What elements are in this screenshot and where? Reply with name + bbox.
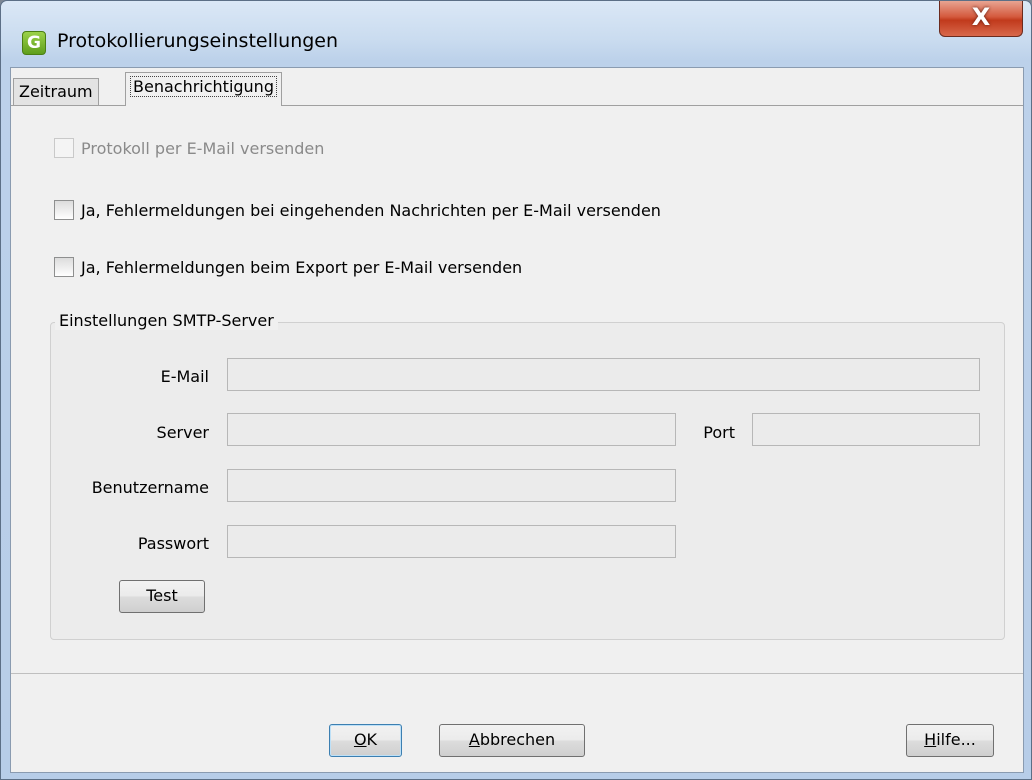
tab-strip: Zeitraum Benachrichtigung: [11, 68, 1023, 106]
cancel-mnemonic: A: [468, 730, 480, 749]
option-protokoll-email[interactable]: Protokoll per E-Mail versenden: [54, 138, 324, 158]
help-button[interactable]: Hilfe...: [906, 724, 994, 757]
email-label: E-Mail: [160, 367, 209, 386]
fehler-export-checkbox[interactable]: [54, 257, 74, 277]
app-logo-icon: G: [22, 31, 46, 55]
smtp-settings-group: Einstellungen SMTP-Server E-Mail Server …: [50, 311, 1005, 640]
cancel-button[interactable]: Abbrechen: [439, 724, 585, 757]
option-fehler-export[interactable]: Ja, Fehlermeldungen beim Export per E-Ma…: [54, 257, 522, 277]
username-field[interactable]: [227, 469, 676, 502]
dialog-window: G Protokollierungseinstellungen X Zeitra…: [0, 0, 1032, 780]
fehler-export-label: Ja, Fehlermeldungen beim Export per E-Ma…: [81, 257, 523, 277]
password-field[interactable]: [227, 525, 676, 558]
help-label-rest: ilfe...: [936, 730, 976, 749]
ok-label-rest: K: [366, 730, 378, 749]
dialog-client-area: Zeitraum Benachrichtigung Protokoll per …: [10, 67, 1024, 773]
port-label: Port: [703, 423, 735, 442]
close-button[interactable]: X: [939, 1, 1023, 37]
ok-mnemonic: O: [353, 730, 367, 749]
fehler-eingehend-label: Ja, Fehlermeldungen bei eingehenden Nach…: [81, 200, 661, 220]
password-label: Passwort: [137, 534, 209, 553]
server-field[interactable]: [227, 413, 676, 446]
tab-zeitraum[interactable]: Zeitraum: [13, 78, 99, 105]
title-bar[interactable]: G Protokollierungseinstellungen X: [1, 1, 1031, 67]
fehler-eingehend-checkbox[interactable]: [54, 200, 74, 220]
footer-divider: [11, 673, 1023, 674]
tab-benachrichtigung[interactable]: Benachrichtigung: [125, 72, 282, 106]
protokoll-email-label: Protokoll per E-Mail versenden: [81, 138, 325, 158]
help-mnemonic: H: [924, 730, 937, 749]
protokoll-email-checkbox[interactable]: [54, 138, 74, 158]
smtp-group-title: Einstellungen SMTP-Server: [55, 311, 278, 330]
cancel-label-rest: bbrechen: [479, 730, 556, 749]
port-field[interactable]: [752, 413, 980, 446]
option-fehler-eingehend[interactable]: Ja, Fehlermeldungen bei eingehenden Nach…: [54, 200, 661, 220]
username-label: Benutzername: [91, 478, 209, 497]
tab-benachrichtigung-label: Benachrichtigung: [130, 76, 277, 97]
server-label: Server: [156, 423, 209, 442]
test-button[interactable]: Test: [119, 580, 205, 613]
window-title: Protokollierungseinstellungen: [57, 30, 339, 52]
email-field[interactable]: [227, 358, 980, 391]
ok-button[interactable]: OK: [329, 724, 402, 757]
